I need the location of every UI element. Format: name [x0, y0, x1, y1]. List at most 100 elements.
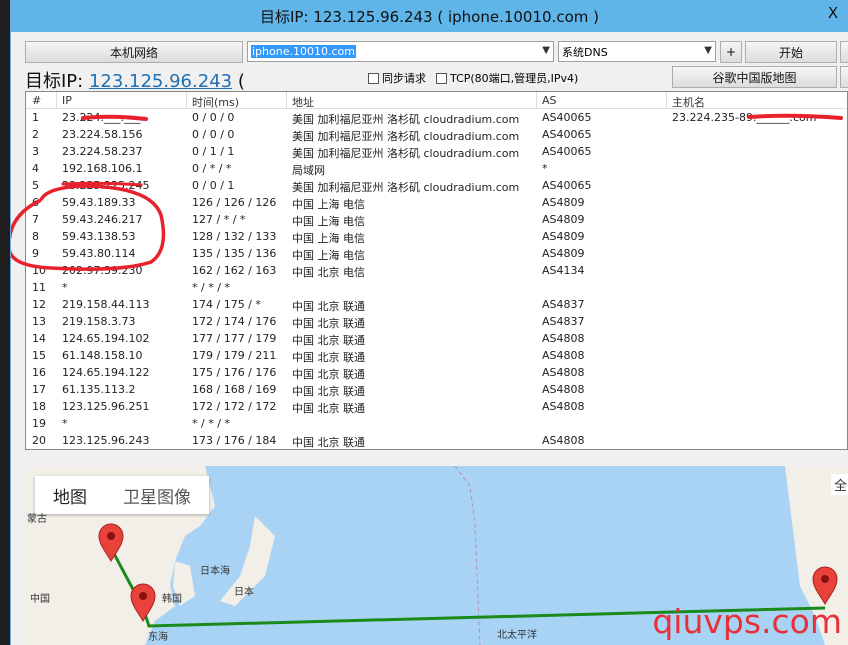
route-map[interactable]: 地图 卫星图像 蒙古 日本海 韩国 日本 中国 东海 北太平洋 全 qiuvps… [25, 466, 848, 645]
table-row[interactable]: 13 219.158.3.73 172 / 174 / 176 中国 北京 联通 AS4… [26, 313, 847, 330]
hop-number: 14 [32, 332, 46, 345]
table-row[interactable]: 7 59.43.246.217 127 / * / * 中国 上海 电信 AS4809 [26, 211, 847, 228]
hop-address: 美国 加利福尼亚州 洛杉矶 cloudradium.com [292, 181, 520, 194]
table-row[interactable]: 20 123.125.96.243 173 / 176 / 184 中国 北京 联通 A… [26, 432, 847, 449]
col-hostname-header[interactable]: 主机名 [672, 94, 705, 110]
hop-time: 162 / 162 / 163 [192, 264, 277, 277]
google-map-button[interactable]: 谷歌中国版地图 [672, 66, 837, 88]
table-row[interactable]: 15 61.148.158.10 179 / 179 / 211 中国 北京 联通 AS… [26, 347, 847, 364]
hop-as: AS40065 [542, 145, 592, 158]
tab-satellite[interactable]: 卫星图像 [105, 483, 209, 508]
hop-ip: * [62, 417, 68, 430]
start-button[interactable]: 开始 [745, 41, 837, 63]
table-row[interactable]: 3 23.224.58.237 0 / 1 / 1 美国 加利福尼亚州 洛杉矶 clo… [26, 143, 847, 160]
dns-select[interactable]: 系统DNS ▼ [558, 41, 716, 62]
tcp-checkbox[interactable]: TCP(80端口,管理员,IPv4) [436, 70, 578, 86]
target-ip-link[interactable]: 123.125.96.243 [89, 71, 232, 92]
col-num-header[interactable]: # [32, 94, 41, 107]
hop-address: 局域网 [292, 164, 325, 177]
sync-request-label: 同步请求 [382, 72, 426, 85]
hop-address: 中国 上海 电信 [292, 232, 365, 245]
hop-number: 15 [32, 349, 46, 362]
col-address-header[interactable]: 地址 [292, 94, 314, 110]
sync-request-checkbox[interactable]: 同步请求 [368, 70, 426, 86]
hop-as: AS40065 [542, 179, 592, 192]
target-label-text: 目标IP: [25, 71, 89, 92]
map-label-japan: 日本 [234, 587, 254, 598]
extra-button-2[interactable] [840, 66, 848, 88]
hop-ip: 202.97.39.230 [62, 264, 143, 277]
chevron-down-icon[interactable]: ▼ [704, 45, 712, 56]
table-row[interactable]: 10 202.97.39.230 162 / 162 / 163 中国 北京 电信 AS… [26, 262, 847, 279]
hop-ip: 123.125.96.251 [62, 400, 150, 413]
hop-number: 13 [32, 315, 46, 328]
table-row[interactable]: 17 61.135.113.2 168 / 168 / 169 中国 北京 联通 AS4… [26, 381, 847, 398]
hop-ip: 23.224.58.156 [62, 128, 143, 141]
hop-as: AS4808 [542, 332, 585, 345]
hop-as: AS4134 [542, 264, 585, 277]
table-row[interactable]: 8 59.43.138.53 128 / 132 / 133 中国 上海 电信 AS48… [26, 228, 847, 245]
hop-address: 中国 上海 电信 [292, 198, 365, 211]
hop-address: 中国 北京 电信 [292, 266, 365, 279]
table-row[interactable]: 14 124.65.194.102 177 / 177 / 179 中国 北京 联通 A… [26, 330, 847, 347]
background-strip [0, 0, 10, 645]
hop-address: 美国 加利福尼亚州 洛杉矶 cloudradium.com [292, 113, 520, 126]
table-row[interactable]: 11 * * / * / * [26, 279, 847, 296]
hop-number: 3 [32, 145, 39, 158]
hop-time: * / * / * [192, 417, 230, 430]
trace-table: # IP 时间(ms) 地址 AS 主机名 1 23.224.___.___ 0 /… [25, 91, 848, 450]
tcp-label: TCP(80端口,管理员,IPv4) [450, 72, 579, 85]
hop-number: 12 [32, 298, 46, 311]
extra-button[interactable] [840, 41, 848, 63]
hop-number: 17 [32, 383, 46, 396]
hop-number: 2 [32, 128, 39, 141]
table-row[interactable]: 2 23.224.58.156 0 / 0 / 0 美国 加利福尼亚州 洛杉矶 clo… [26, 126, 847, 143]
hop-ip: 23.224.58.237 [62, 145, 143, 158]
table-row[interactable]: 18 123.125.96.251 172 / 172 / 172 中国 北京 联通 A… [26, 398, 847, 415]
chevron-down-icon[interactable]: ▼ [542, 45, 550, 56]
besttrace-window: 目标IP: 123.125.96.243 ( iphone.10010.com … [10, 0, 848, 645]
hop-address: 中国 上海 电信 [292, 215, 365, 228]
hop-ip: 61.148.158.10 [62, 349, 143, 362]
hop-time: 0 / 0 / 0 [192, 128, 235, 141]
col-ip-header[interactable]: IP [62, 94, 72, 107]
table-row[interactable]: 4 192.168.106.1 0 / * / * 局域网 * [26, 160, 847, 177]
map-label-korea: 韩国 [162, 594, 182, 605]
col-time-header[interactable]: 时间(ms) [192, 94, 239, 110]
hop-number: 4 [32, 162, 39, 175]
close-button[interactable]: X [824, 6, 842, 22]
checkbox-box[interactable] [436, 72, 447, 84]
hop-ip: 23.225.225.245 [62, 179, 150, 192]
table-row[interactable]: 19 * * / * / * [26, 415, 847, 432]
table-row[interactable]: 1 23.224.___.___ 0 / 0 / 0 美国 加利福尼亚州 洛杉矶 cl… [26, 109, 847, 126]
hop-address: 中国 北京 联通 [292, 334, 365, 347]
hop-address: 中国 北京 联通 [292, 436, 365, 449]
hop-time: 128 / 132 / 133 [192, 230, 277, 243]
table-body: 1 23.224.___.___ 0 / 0 / 0 美国 加利福尼亚州 洛杉矶 cl… [26, 109, 847, 449]
hop-number: 9 [32, 247, 39, 260]
dns-select-value: 系统DNS [562, 45, 608, 59]
hop-address: 中国 北京 联通 [292, 351, 365, 364]
local-network-button[interactable]: 本机网络 [25, 41, 243, 63]
hop-hostname: 23.224.235-89.______.com [672, 111, 817, 124]
hop-time: 0 / 0 / 1 [192, 179, 235, 192]
map-label-pacific: 北太平洋 [497, 630, 537, 641]
fullscreen-button[interactable]: 全 [831, 474, 848, 495]
hop-time: 174 / 175 / * [192, 298, 261, 311]
host-input[interactable]: iphone.10010.com ▼ [247, 41, 554, 62]
add-button[interactable]: + [720, 41, 742, 63]
table-row[interactable]: 12 219.158.44.113 174 / 175 / * 中国 北京 联通 AS4… [26, 296, 847, 313]
table-row[interactable]: 16 124.65.194.122 175 / 176 / 176 中国 北京 联通 A… [26, 364, 847, 381]
table-row[interactable]: 9 59.43.80.114 135 / 135 / 136 中国 上海 电信 AS48… [26, 245, 847, 262]
title-bar: 目标IP: 123.125.96.243 ( iphone.10010.com … [11, 0, 848, 32]
col-as-header[interactable]: AS [542, 94, 557, 107]
hop-as: AS4808 [542, 400, 585, 413]
hop-as: AS4837 [542, 315, 585, 328]
hop-ip: 59.43.189.33 [62, 196, 136, 209]
tab-map[interactable]: 地图 [35, 483, 105, 508]
hop-time: 0 / 0 / 0 [192, 111, 235, 124]
table-row[interactable]: 6 59.43.189.33 126 / 126 / 126 中国 上海 电信 AS48… [26, 194, 847, 211]
hop-time: 126 / 126 / 126 [192, 196, 277, 209]
checkbox-box[interactable] [368, 72, 379, 84]
table-row[interactable]: 5 23.225.225.245 0 / 0 / 1 美国 加利福尼亚州 洛杉矶 cl… [26, 177, 847, 194]
